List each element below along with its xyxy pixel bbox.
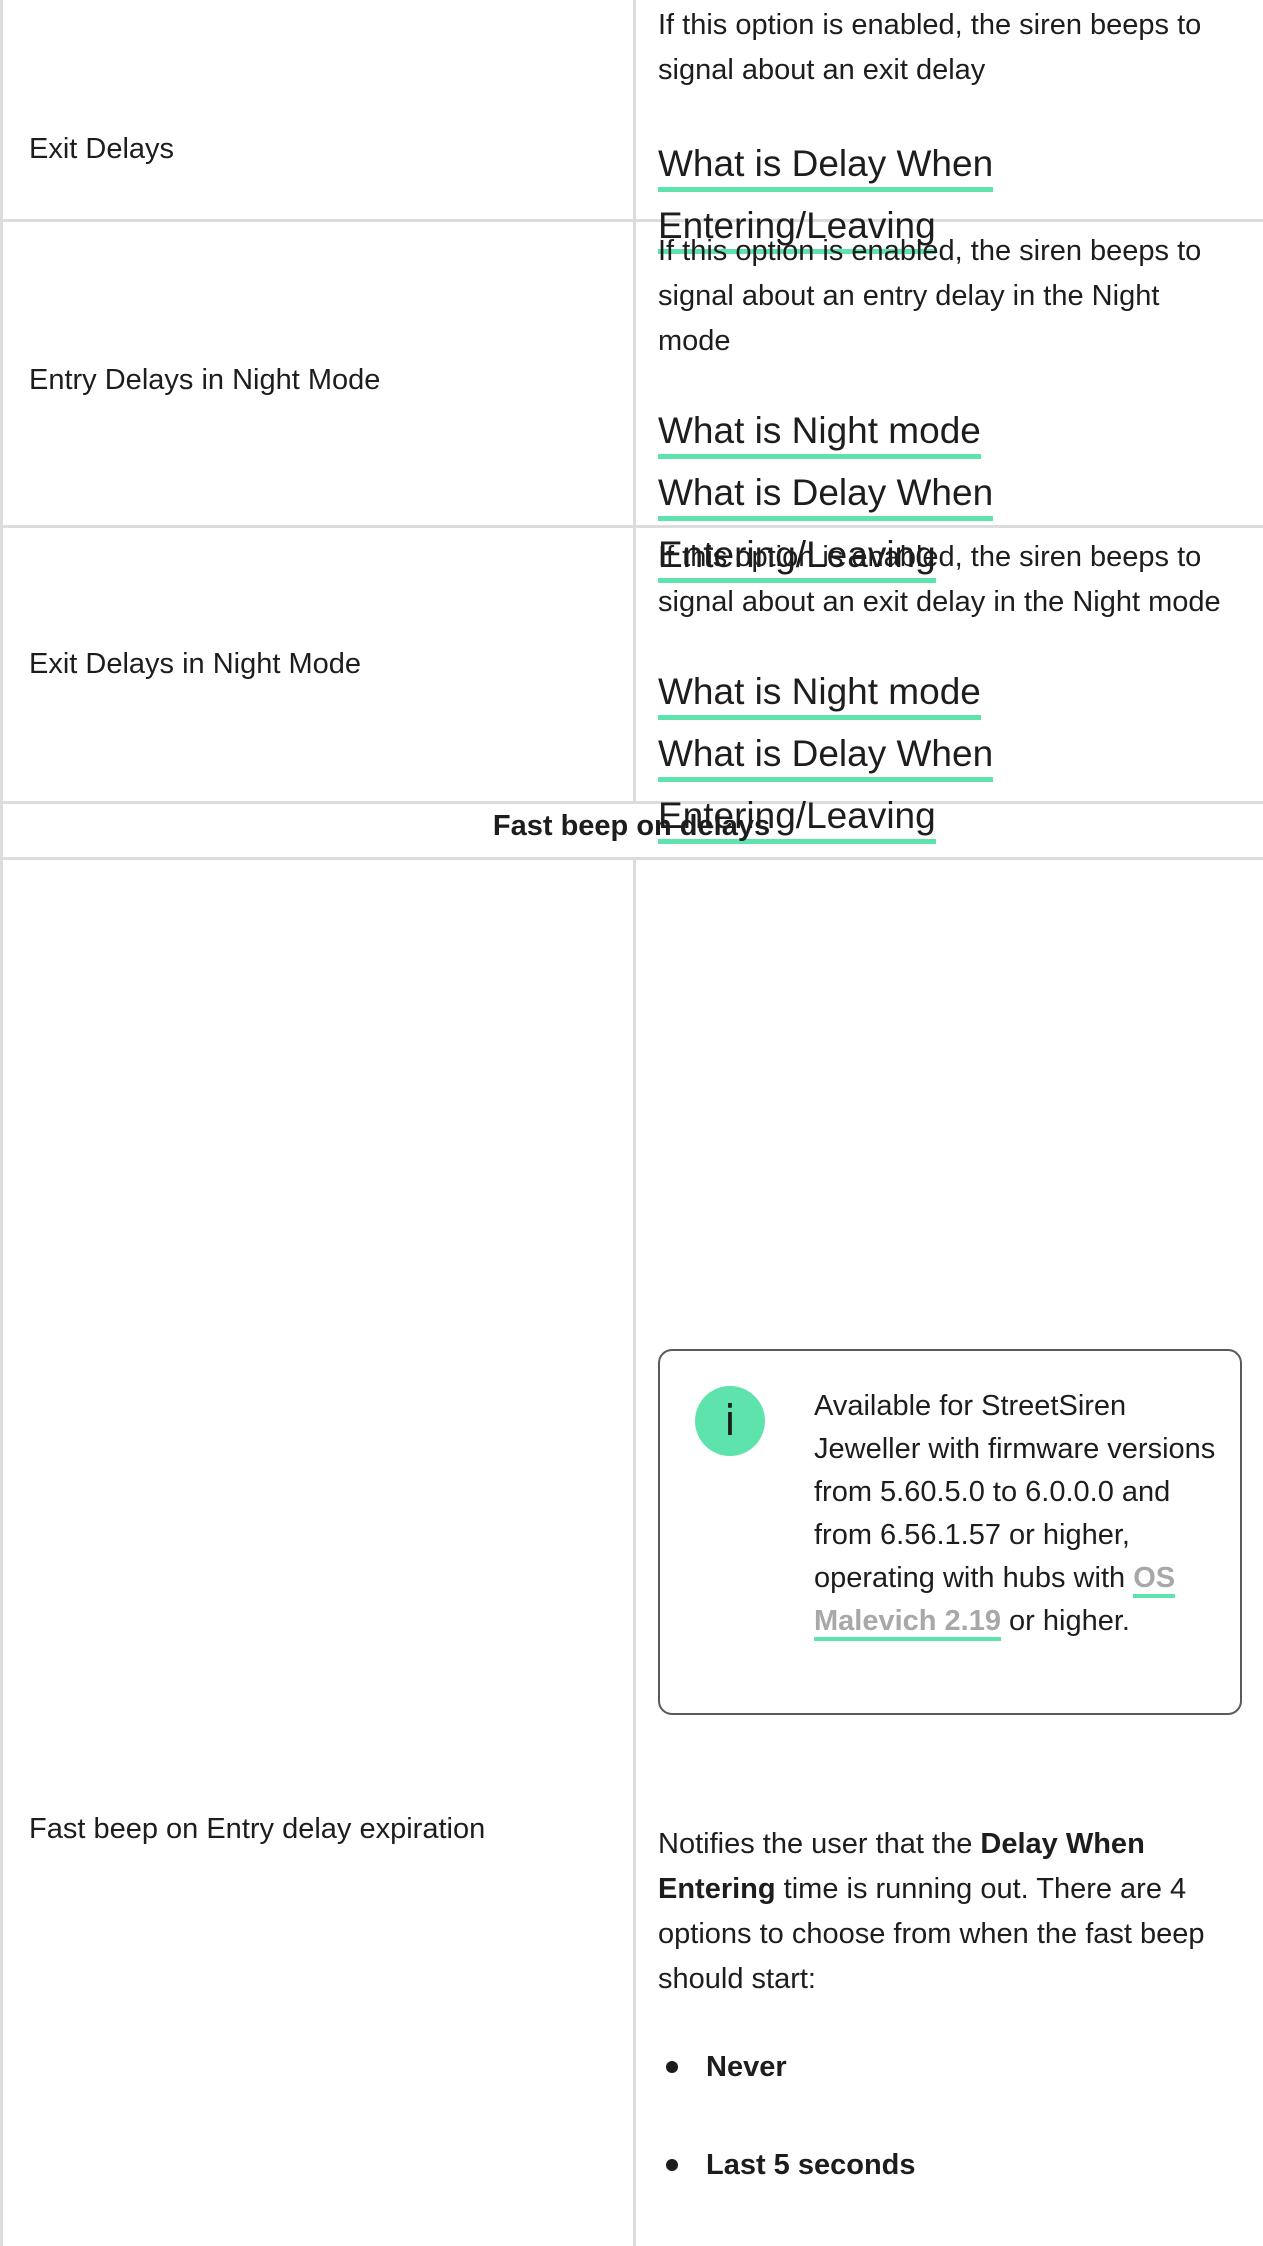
setting-label: Exit Delays in Night Mode: [29, 648, 362, 680]
setting-description-cell: Notifies the user that the Delay When En…: [658, 1822, 1238, 2241]
setting-label: Entry Delays in Night Mode: [29, 364, 381, 396]
table-row: Fast beep on Entry delay expiration i Av…: [0, 857, 1263, 2246]
setting-description: If this option is enabled, the siren bee…: [658, 541, 1221, 618]
setting-description: Notifies the user that the Delay When En…: [658, 1828, 1205, 1995]
table-row: Exit Delays If this option is enabled, t…: [0, 0, 1263, 254]
bullet-icon: [666, 2159, 678, 2171]
setting-description: If this option is enabled, the siren bee…: [658, 9, 1202, 86]
night-mode-info-link[interactable]: What is Night mode: [658, 669, 981, 720]
section-header-row: Fast beep on delays: [0, 801, 1263, 860]
delay-info-link[interactable]: What is Delay When: [658, 141, 994, 192]
info-note: i Available for StreetSiren Jeweller wit…: [658, 1349, 1242, 1715]
list-item: Never: [658, 2045, 1238, 2089]
table-row: Entry Delays in Night Mode If this optio…: [0, 219, 1263, 583]
setting-label: Exit Delays: [29, 133, 175, 165]
settings-table: Exit Delays If this option is enabled, t…: [0, 0, 1263, 2246]
note-text: Available for StreetSiren Jeweller with …: [814, 1385, 1224, 1643]
table-row: Exit Delays in Night Mode If this option…: [0, 525, 1263, 844]
list-item: Last 5 seconds: [658, 2143, 1238, 2187]
delay-info-link[interactable]: What is Delay When: [658, 470, 994, 521]
bullet-icon: [666, 2061, 678, 2073]
delay-info-link[interactable]: What is Delay When: [658, 731, 994, 782]
section-title: Fast beep on delays: [492, 810, 771, 842]
info-icon: i: [695, 1386, 765, 1456]
setting-description: If this option is enabled, the siren bee…: [658, 235, 1202, 357]
options-list: Never Last 5 seconds: [658, 2045, 1238, 2187]
setting-label: Fast beep on Entry delay expiration: [29, 1813, 486, 1845]
night-mode-info-link[interactable]: What is Night mode: [658, 408, 981, 459]
